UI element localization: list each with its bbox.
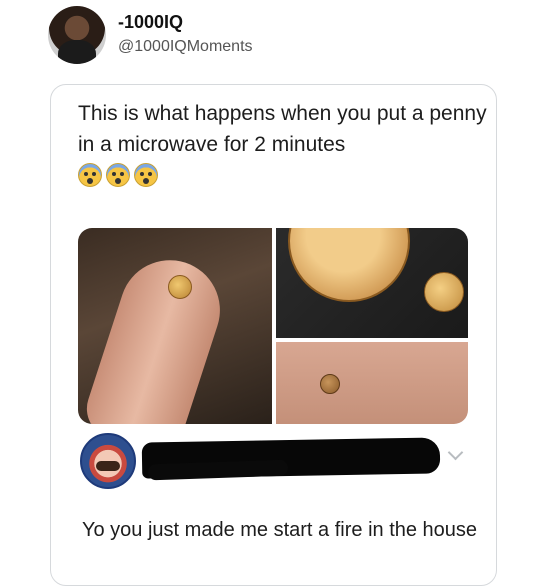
screaming-face-icon bbox=[78, 163, 102, 187]
photo-penny-on-palm[interactable] bbox=[276, 342, 468, 424]
reply-avatar[interactable] bbox=[80, 433, 136, 489]
shrunken-penny bbox=[168, 275, 192, 299]
reply-text: Yo you just made me start a fire in the … bbox=[82, 519, 478, 541]
author-avatar[interactable] bbox=[48, 6, 106, 64]
post-text: This is what happens when you put a penn… bbox=[78, 102, 487, 156]
screaming-face-icon bbox=[106, 163, 130, 187]
emoji-row bbox=[78, 163, 158, 187]
shrunken-penny bbox=[424, 272, 464, 312]
finger-shape bbox=[79, 247, 233, 424]
author-display-name[interactable]: -1000IQ bbox=[118, 12, 183, 33]
photo-penny-on-finger[interactable] bbox=[78, 228, 272, 424]
shrunken-penny bbox=[320, 374, 340, 394]
screaming-face-icon bbox=[134, 163, 158, 187]
media-grid[interactable] bbox=[78, 228, 468, 424]
author-handle[interactable]: @1000IQMoments bbox=[118, 38, 253, 56]
photo-penny-size-comparison[interactable] bbox=[276, 228, 468, 338]
regular-penny bbox=[288, 228, 410, 302]
